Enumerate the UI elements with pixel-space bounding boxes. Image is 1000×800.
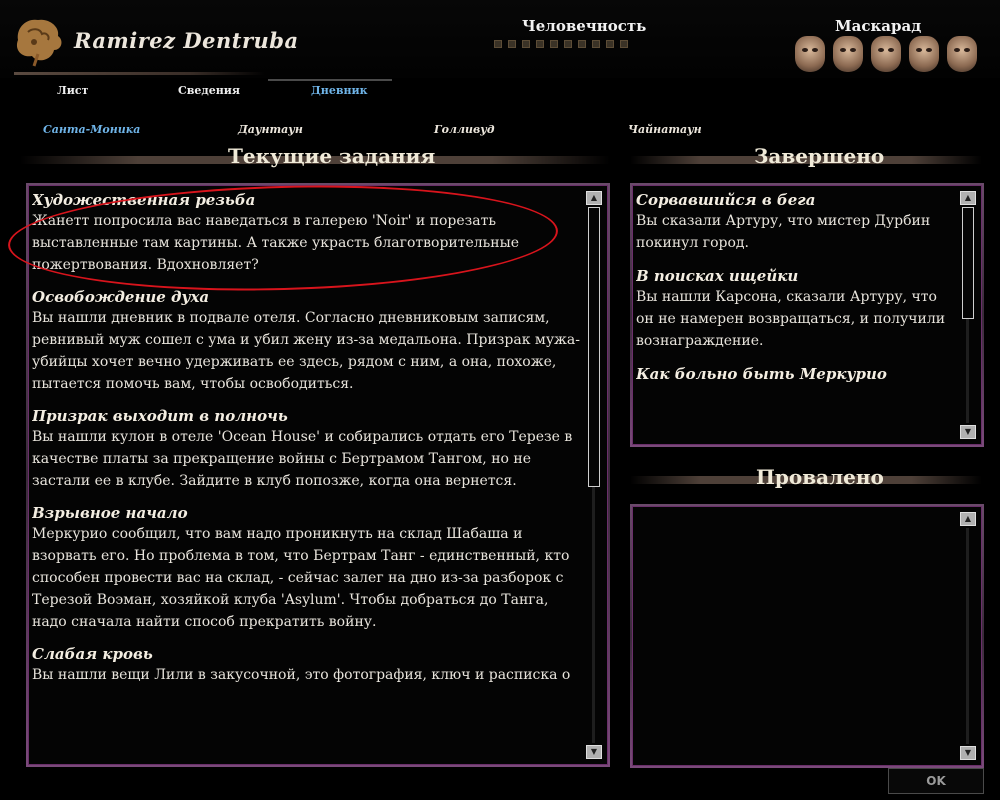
quest-description: Вы нашли вещи Лили в закусочной, это фот… — [32, 667, 571, 683]
region-santa-monica[interactable]: Санта-Моника — [43, 123, 140, 136]
tab-info[interactable]: Сведения — [178, 84, 240, 97]
quest-entry[interactable]: Как больно быть Меркурио — [636, 365, 958, 383]
quest-description: Жанетт попросила вас наведаться в галере… — [32, 213, 520, 273]
scroll-up-button[interactable]: ▲ — [960, 191, 976, 205]
header-bar: Ramirez Dentruba Человечность Маскарад — [0, 0, 1000, 78]
tab-journal[interactable]: Дневник — [311, 84, 368, 97]
region-chinatown[interactable]: Чайнатаун — [628, 123, 702, 136]
humanity-dot — [536, 40, 544, 48]
quest-description: Вы нашли кулон в отеле 'Ocean House' и с… — [32, 429, 573, 489]
quest-title: Взрывное начало — [32, 504, 188, 522]
active-tab-indicator — [268, 79, 392, 81]
humanity-dot — [550, 40, 558, 48]
tab-sheet[interactable]: Лист — [57, 84, 88, 97]
quest-title: Художественная резьба — [32, 191, 256, 209]
quest-entry[interactable]: Освобождение духа Вы нашли дневник в подв… — [32, 288, 584, 395]
masquerade-mask-icon — [795, 36, 825, 72]
character-name: Ramirez Dentruba — [74, 28, 299, 53]
quest-entry[interactable]: Взрывное начало Меркурио сообщил, что вам… — [32, 504, 584, 633]
humanity-dot — [620, 40, 628, 48]
scroll-down-button[interactable]: ▼ — [960, 746, 976, 760]
clan-sigil-icon — [16, 19, 62, 67]
humanity-title: Человечность — [522, 17, 647, 35]
quest-title: Слабая кровь — [32, 645, 153, 663]
completed-quests-panel: Сорвавшийся в бега Вы сказали Артуру, что… — [630, 183, 984, 447]
quest-entry[interactable]: Призрак выходит в полночь Вы нашли кулон … — [32, 407, 584, 492]
region-downtown[interactable]: Даунтаун — [238, 123, 303, 136]
failed-quests-list — [636, 512, 958, 760]
humanity-dot — [522, 40, 530, 48]
region-hollywood[interactable]: Голливуд — [434, 123, 494, 136]
quest-description: Вы нашли дневник в подвале отеля. Соглас… — [32, 310, 581, 392]
ok-button[interactable]: OK — [888, 768, 984, 794]
quest-entry[interactable]: Слабая кровь Вы нашли вещи Лили в закусоч… — [32, 645, 584, 686]
masquerade-title: Маскарад — [835, 17, 922, 35]
humanity-dot — [578, 40, 586, 48]
quest-title: В поисках ищейки — [636, 267, 799, 285]
humanity-dot — [508, 40, 516, 48]
humanity-dot — [494, 40, 502, 48]
scroll-up-button[interactable]: ▲ — [960, 512, 976, 526]
current-quests-scrollbar[interactable]: ▲ ▼ — [586, 191, 602, 759]
completed-quests-list: Сорвавшийся в бега Вы сказали Артуру, что… — [636, 191, 958, 439]
scroll-track[interactable] — [966, 528, 969, 744]
quest-description: Меркурио сообщил, что вам надо проникнут… — [32, 526, 570, 630]
masquerade-mask-icon — [871, 36, 901, 72]
current-quests-list: Художественная резьба Жанетт попросила ва… — [32, 191, 584, 759]
current-quests-panel: Художественная резьба Жанетт попросила ва… — [26, 183, 610, 767]
scroll-thumb[interactable] — [588, 207, 600, 487]
completed-title: Завершено — [754, 144, 885, 168]
completed-quests-scrollbar[interactable]: ▲ ▼ — [960, 191, 976, 439]
quest-description: Вы нашли Карсона, сказали Артуру, что он… — [636, 289, 946, 349]
quest-title: Сорвавшийся в бега — [636, 191, 816, 209]
quest-entry[interactable]: Художественная резьба Жанетт попросила ва… — [32, 191, 584, 276]
humanity-dot — [564, 40, 572, 48]
quest-title: Как больно быть Меркурио — [636, 365, 887, 383]
masquerade-mask-icon — [909, 36, 939, 72]
failed-quests-panel: ▲ ▼ — [630, 504, 984, 768]
quest-title: Призрак выходит в полночь — [32, 407, 288, 425]
quest-entry[interactable]: Сорвавшийся в бега Вы сказали Артуру, что… — [636, 191, 958, 254]
quest-entry[interactable]: В поисках ищейки Вы нашли Карсона, сказал… — [636, 267, 958, 352]
masquerade-mask-icon — [833, 36, 863, 72]
quest-description: Вы сказали Артуру, что мистер Дурбин пок… — [636, 213, 931, 251]
masquerade-meter — [776, 36, 996, 74]
masquerade-mask-icon — [947, 36, 977, 72]
scroll-thumb[interactable] — [962, 207, 974, 319]
quest-title: Освобождение духа — [32, 288, 210, 306]
scroll-down-button[interactable]: ▼ — [586, 745, 602, 759]
failed-quests-scrollbar[interactable]: ▲ ▼ — [960, 512, 976, 760]
header-divider — [14, 72, 264, 75]
humanity-dot — [606, 40, 614, 48]
failed-title: Провалено — [756, 465, 884, 489]
humanity-meter — [494, 40, 664, 54]
humanity-dot — [592, 40, 600, 48]
current-quests-title: Текущие задания — [228, 144, 436, 168]
scroll-up-button[interactable]: ▲ — [586, 191, 602, 205]
scroll-down-button[interactable]: ▼ — [960, 425, 976, 439]
